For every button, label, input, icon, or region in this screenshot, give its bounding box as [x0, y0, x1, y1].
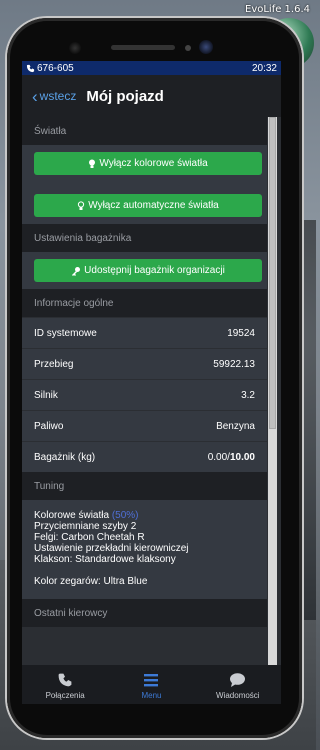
info-label: Bagażnik (kg)	[34, 451, 96, 463]
phone-icon	[58, 673, 72, 687]
camera-lens-icon	[199, 40, 213, 54]
status-phone: 676-605	[26, 63, 74, 74]
info-value: Benzyna	[216, 420, 255, 432]
scrollbar-thumb[interactable]	[269, 117, 276, 429]
tab-menu[interactable]: Menu	[116, 672, 186, 700]
trunk-max: 10.00	[229, 451, 255, 463]
tab-calls-label: Połączenia	[45, 691, 85, 700]
info-value: 59922.13	[213, 358, 255, 370]
tuning-item: Przyciemniane szyby 2	[34, 521, 137, 532]
front-camera-icon	[69, 42, 81, 54]
tuning-item: Felgi: Carbon Cheetah R	[34, 532, 145, 543]
info-row-trunk: Bagażnik (kg) 0.00/10.00	[22, 441, 267, 472]
trunk-buttons: Udostępnij bagażnik organizacji	[22, 252, 267, 289]
section-tuning-title: Tuning	[22, 472, 267, 500]
info-value: 19524	[227, 327, 255, 339]
lightbulb-outline-icon	[78, 200, 85, 210]
tab-messages[interactable]: Wiadomości	[203, 672, 273, 700]
info-row-fuel: Paliwo Benzyna	[22, 410, 267, 441]
disable-colored-lights-button[interactable]: Wyłącz kolorowe światła	[34, 152, 262, 175]
share-trunk-label: Udostępnij bagażnik organizacji	[84, 265, 225, 276]
tab-calls[interactable]: Połączenia	[30, 672, 100, 700]
phone-small-icon	[26, 64, 35, 72]
app-header: ‹ wstecz Mój pojazd	[22, 75, 281, 117]
info-row-engine: Silnik 3.2	[22, 379, 267, 410]
tab-menu-label: Menu	[141, 691, 162, 700]
bottom-tab-bar: Połączenia Menu Wiadomości	[22, 665, 281, 704]
speaker-grille	[111, 45, 175, 50]
trunk-used: 0.00/	[207, 451, 230, 463]
tuning-colored-lights-percent: (50%)	[111, 510, 139, 521]
tuning-colored-lights: Kolorowe światła (50%)	[34, 510, 255, 521]
tuning-gauges: Kolor zegarów: Ultra Blue	[34, 576, 148, 587]
status-time: 20:32	[251, 62, 277, 74]
back-button[interactable]: ‹ wstecz	[32, 88, 76, 105]
info-label: Przebieg	[34, 358, 74, 370]
lightbulb-icon	[89, 159, 96, 168]
tuning-item: Ustawienie przekładni kierowniczej	[34, 543, 189, 554]
version-label: EvoLife 1.6.4	[245, 4, 310, 15]
section-drivers-title: Ostatni kierowcy	[22, 599, 267, 627]
menu-icon	[144, 674, 159, 687]
vehicle-content[interactable]: Światła Wyłącz kolorowe światła Wyłącz a…	[22, 117, 267, 665]
tuning-list: Kolorowe światła (50%) Przyciemniane szy…	[22, 500, 267, 599]
tuning-colored-lights-label: Kolorowe światła	[34, 510, 112, 521]
info-label: Silnik	[34, 389, 58, 401]
section-trunk-title: Ustawienia bagażnika	[22, 224, 267, 252]
info-row-mileage: Przebieg 59922.13	[22, 348, 267, 379]
phone-number: 676-605	[37, 62, 74, 74]
info-row-system-id: ID systemowe 19524	[22, 317, 267, 348]
back-label: wstecz	[39, 89, 77, 103]
disable-auto-lights-button[interactable]: Wyłącz automatyczne światła	[34, 194, 262, 217]
page-title: Mój pojazd	[86, 87, 164, 105]
tuning-item: Klakson: Standardowe klaksony	[34, 554, 176, 565]
section-lights-title: Światła	[22, 117, 267, 145]
status-bar: 676-605 20:32	[22, 61, 281, 75]
info-value: 3.2	[241, 389, 255, 401]
sensor-dot	[185, 45, 191, 51]
chevron-left-icon: ‹	[32, 86, 38, 106]
key-icon	[72, 266, 81, 276]
lights-buttons: Wyłącz kolorowe światła Wyłącz automatyc…	[22, 145, 267, 224]
disable-auto-lights-label: Wyłącz automatyczne światła	[88, 200, 219, 211]
section-general-title: Informacje ogólne	[22, 289, 267, 317]
disable-colored-lights-label: Wyłącz kolorowe światła	[99, 158, 208, 169]
tab-messages-label: Wiadomości	[216, 691, 260, 700]
content-scrollbar[interactable]	[268, 117, 277, 665]
info-label: ID systemowe	[34, 327, 97, 339]
info-value: 0.00/10.00	[208, 452, 255, 463]
chat-icon	[230, 673, 246, 687]
info-label: Paliwo	[34, 420, 64, 432]
share-trunk-button[interactable]: Udostępnij bagażnik organizacji	[34, 259, 262, 282]
